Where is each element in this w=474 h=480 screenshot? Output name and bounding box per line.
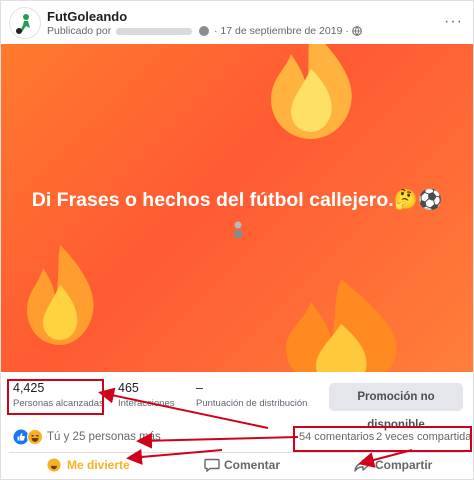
reactions-bar: Tú y 25 personas más 54 comentarios 2 ve… [1,423,473,452]
fire-emoji-top-right [271,44,352,139]
haha-action-icon [47,458,61,472]
post-card: FutGoleando Publicado por · 17 de septie… [0,0,474,480]
share-button[interactable]: Compartir [375,458,432,472]
distribution-value: – [196,381,203,395]
insights-bar: 4,425 Personas alcanzadas 465 Interaccio… [1,373,473,431]
interactions-value: 465 [118,381,139,395]
post-headline: Di Frases o hechos del fútbol callejero.… [31,189,443,211]
help-icon[interactable] [199,26,210,37]
reach-highlight-box [7,379,104,415]
haha-icon [27,429,43,445]
post-image[interactable]: Di Frases o hechos del fútbol callejero.… [1,44,473,372]
reaction-summary[interactable]: Tú y 25 personas más [47,431,161,443]
interactions-label: Interacciones [118,398,175,409]
post-date[interactable]: · 17 de septiembre de 2019 · [214,25,349,37]
post-header: FutGoleando Publicado por · 17 de septie… [1,1,473,43]
person-emoji-icon [234,221,242,238]
page-avatar[interactable] [9,7,41,39]
fire-emoji-left [27,245,94,345]
post-meta: Publicado por · 17 de septiembre de 2019… [47,25,362,37]
distribution-label: Puntuación de distribución [196,398,308,409]
publisher-name-redacted [116,27,193,35]
globe-icon [351,26,362,37]
comment-button[interactable]: Comentar [224,458,280,472]
more-options-button[interactable]: ··· [444,13,463,31]
reaction-button[interactable]: Me divierte [67,458,130,472]
page-name[interactable]: FutGoleando [47,9,127,24]
comments-shares-highlight-box [293,426,472,452]
fire-emoji-bottom-right [286,279,397,372]
actions-divider [9,452,465,453]
published-by-label: Publicado por [47,25,112,37]
share-icon [354,459,370,472]
comment-icon [204,458,220,472]
post-actions: Me divierte Comentar Compartir [1,454,473,478]
promotion-unavailable-button[interactable]: Promoción no disponible [329,383,463,431]
